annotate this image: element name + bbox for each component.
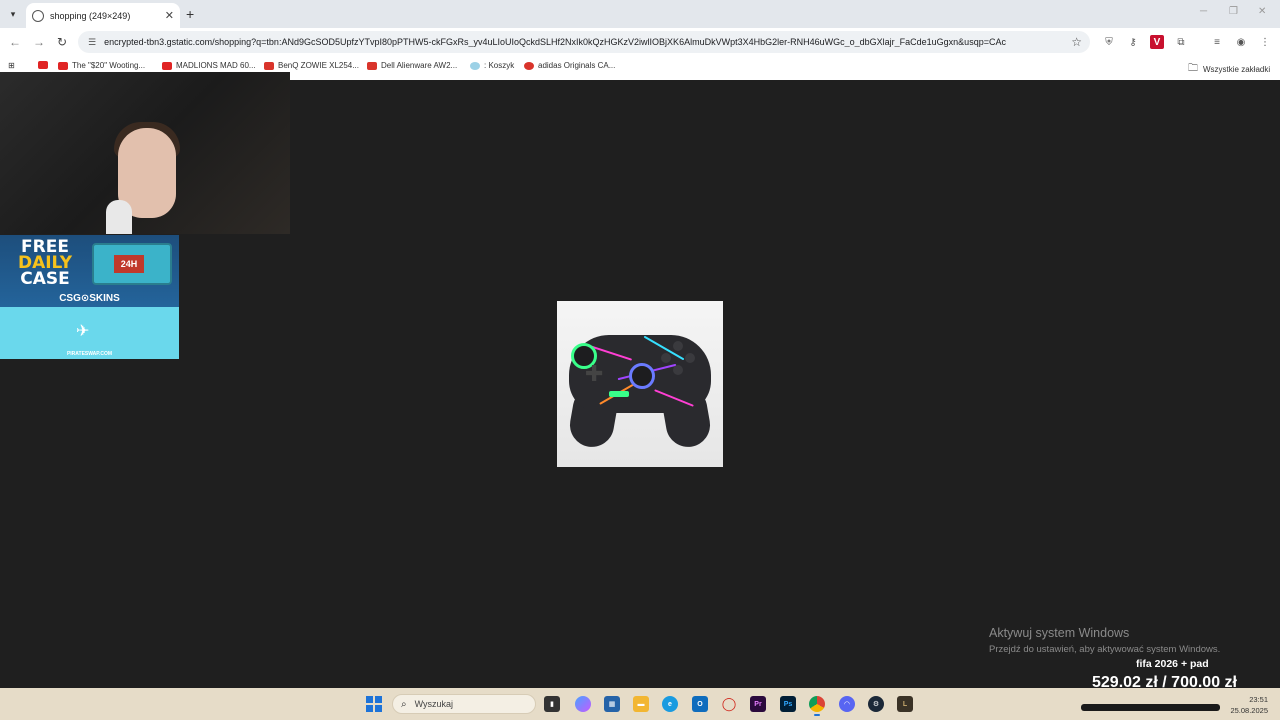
shop-icon xyxy=(162,61,172,70)
bookmark-label: The "$20" Wooting... xyxy=(72,61,146,70)
close-window-icon[interactable]: ✕ xyxy=(1258,6,1266,17)
reading-list-icon[interactable]: ≡ xyxy=(1210,35,1224,49)
extensions-icon[interactable]: ⧉ xyxy=(1174,35,1188,49)
shop-icon xyxy=(367,61,377,70)
shop-icon xyxy=(264,61,274,70)
tab-title: shopping (249×249) xyxy=(50,10,131,21)
store-icon[interactable]: ▦ xyxy=(604,696,620,712)
watermark-subtitle: Przejdź do ustawień, aby aktywować syste… xyxy=(989,644,1221,655)
donation-goal-label: fifa 2026 + pad xyxy=(1136,658,1209,670)
maximize-icon[interactable]: ❐ xyxy=(1229,6,1238,17)
ad-site: PIRATESWAP.COM xyxy=(66,351,113,357)
sponsor-ad: FREE DAILY CASE 24H CSG⊙SKINS ✈ PIRATESW… xyxy=(0,235,179,359)
adidas-icon xyxy=(524,61,534,70)
ad-case-text: CASE xyxy=(20,269,70,289)
bookmark-youtube[interactable] xyxy=(38,61,52,69)
bookmark-item-1[interactable]: The "$20" Wooting... xyxy=(58,61,145,70)
face-button xyxy=(673,341,683,351)
close-tab-icon[interactable]: ✕ xyxy=(165,9,174,22)
new-tab-icon[interactable]: + xyxy=(186,6,194,22)
apps-grid-icon[interactable]: ⊞ xyxy=(8,61,15,70)
task-view-icon[interactable]: ▮ xyxy=(544,696,560,712)
right-stick xyxy=(629,363,655,389)
watermark-title: Aktywuj system Windows xyxy=(989,626,1130,640)
case-box-icon: 24H xyxy=(92,243,172,285)
all-bookmarks-label: Wszystkie zakładki xyxy=(1203,65,1271,74)
address-bar[interactable]: ☰ encrypted-tbn3.gstatic.com/shopping?q=… xyxy=(78,31,1090,53)
copilot-icon[interactable] xyxy=(575,696,591,712)
back-icon[interactable]: ← xyxy=(9,35,21,49)
key-icon[interactable]: ⚷ xyxy=(1126,35,1140,49)
premiere-icon[interactable]: Pr xyxy=(750,696,766,712)
steam-icon[interactable]: ⚙ xyxy=(868,696,884,712)
search-icon: ⌕ xyxy=(401,698,407,710)
cart-icon xyxy=(470,61,480,70)
discord-icon[interactable]: ◠ xyxy=(839,696,855,712)
product-image[interactable]: ✚ xyxy=(557,301,723,467)
bookmark-star-icon[interactable]: ☆ xyxy=(1071,35,1082,49)
minimize-icon[interactable]: ─ xyxy=(1200,6,1207,17)
vivaldi-extension-icon[interactable]: V xyxy=(1150,35,1164,49)
windows-start-icon[interactable] xyxy=(366,696,382,712)
shield-icon[interactable]: ⛨ xyxy=(1102,35,1116,49)
face-button xyxy=(661,353,671,363)
dpad: ✚ xyxy=(585,361,604,386)
youtube-icon xyxy=(38,61,48,69)
menu-icon[interactable]: ⋮ xyxy=(1258,35,1272,49)
ad-brand: CSG⊙SKINS xyxy=(59,293,120,304)
forward-icon[interactable]: → xyxy=(33,35,45,49)
opera-icon[interactable]: ◯ xyxy=(721,696,737,712)
led-indicator xyxy=(609,391,629,397)
all-bookmarks[interactable]: 🗀 Wszystkie zakładki xyxy=(1188,61,1270,78)
bookmark-label: Dell Alienware AW2... xyxy=(381,61,458,70)
bookmark-label: : Koszyk xyxy=(484,61,515,70)
youtube-icon xyxy=(58,61,68,70)
tab-shopping[interactable]: shopping (249×249) ✕ xyxy=(26,3,180,28)
search-placeholder: Wyszukaj xyxy=(414,699,454,709)
face-button xyxy=(685,353,695,363)
clock-date: 25.08.2025 xyxy=(1230,706,1268,715)
bookmark-item-3[interactable]: BenQ ZOWIE XL254... xyxy=(264,61,359,70)
bookmark-label: adidas Originals CA... xyxy=(538,61,616,70)
bookmark-label: BenQ ZOWIE XL254... xyxy=(278,61,359,70)
edge-icon[interactable]: e xyxy=(662,696,678,712)
ad-timer: 24H xyxy=(114,255,144,273)
profile-icon[interactable]: ◉ xyxy=(1234,35,1248,49)
face-button xyxy=(673,365,683,375)
system-tray-overlay-bar xyxy=(1081,704,1220,711)
url-text[interactable]: encrypted-tbn3.gstatic.com/shopping?q=tb… xyxy=(104,37,1054,47)
chrome-icon[interactable] xyxy=(809,696,825,716)
ad-bottom-panel: ✈ PIRATESWAP.COM xyxy=(0,307,179,359)
bookmark-label: MADLIONS MAD 60... xyxy=(176,61,256,70)
windows-activation-watermark: Aktywuj system Windows Przejdź do ustawi… xyxy=(989,626,1220,655)
plane-icon: ✈ xyxy=(76,323,90,340)
tab-search-icon[interactable]: ▾ xyxy=(4,6,22,22)
bookmark-item-4[interactable]: Dell Alienware AW2... xyxy=(367,61,457,70)
folder-icon: 🗀 xyxy=(1188,63,1198,74)
file-explorer-icon[interactable]: ▬ xyxy=(633,696,649,712)
bookmark-item-5[interactable]: : Koszyk xyxy=(470,61,514,70)
ad-headline: FREE DAILY CASE xyxy=(10,239,80,289)
taskbar-search[interactable]: ⌕ Wyszukaj xyxy=(392,694,536,714)
clock-time: 23:51 xyxy=(1249,695,1268,704)
headphones xyxy=(106,200,132,234)
outlook-icon[interactable]: O xyxy=(692,696,708,712)
league-icon[interactable]: L xyxy=(897,696,913,712)
photoshop-icon[interactable]: Ps xyxy=(780,696,796,712)
webcam-overlay xyxy=(0,72,290,234)
reload-icon[interactable]: ↻ xyxy=(57,35,67,49)
globe-icon xyxy=(32,9,44,22)
site-info-icon[interactable]: ☰ xyxy=(88,37,96,48)
bookmark-item-2[interactable]: MADLIONS MAD 60... xyxy=(162,61,256,70)
bookmark-item-6[interactable]: adidas Originals CA... xyxy=(524,61,615,70)
taskbar-clock[interactable]: 23:51 25.08.2025 xyxy=(1228,694,1268,716)
